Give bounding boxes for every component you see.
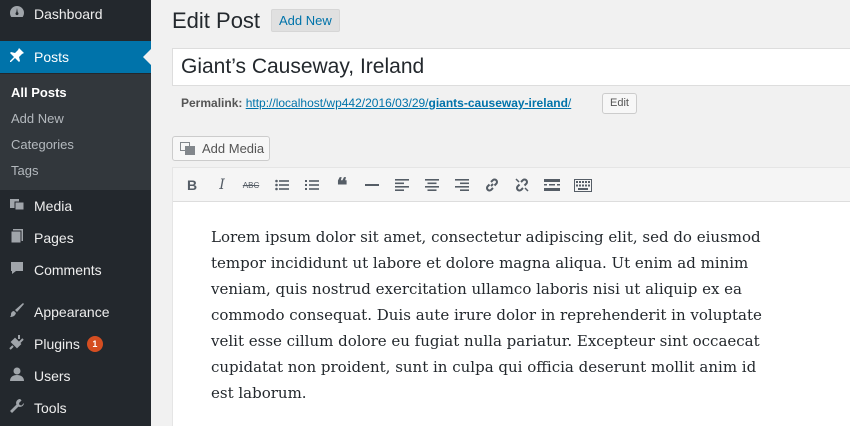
sidebar-item-tools[interactable]: Tools — [0, 392, 151, 424]
sidebar-item-media[interactable]: Media — [0, 190, 151, 222]
italic-icon: I — [219, 177, 225, 193]
posts-submenu: All Posts Add New Categories Tags — [0, 74, 151, 190]
submenu-item-all-posts[interactable]: All Posts — [11, 85, 67, 100]
brush-icon — [0, 302, 34, 322]
comments-icon — [0, 260, 34, 280]
italic-button[interactable]: I — [211, 174, 233, 196]
page-title: Edit Post — [172, 8, 261, 33]
sidebar-item-label: Appearance — [34, 304, 110, 320]
add-new-button[interactable]: Add New — [271, 9, 340, 32]
horizontal-rule-button[interactable] — [361, 174, 383, 196]
submenu-item-add-new[interactable]: Add New — [11, 111, 64, 126]
permalink-row: Permalink: http://localhost/wp442/2016/0… — [181, 96, 571, 110]
read-more-icon — [544, 179, 560, 191]
edit-permalink-button[interactable]: Edit — [602, 93, 637, 114]
admin-sidebar: Dashboard Posts All Posts Add New Catego… — [0, 0, 151, 426]
bold-button[interactable]: B — [181, 174, 203, 196]
post-content-text[interactable]: Lorem ipsum dolor sit amet, consectetur … — [211, 224, 771, 406]
sidebar-item-dashboard[interactable]: Dashboard — [0, 0, 151, 30]
dashboard-icon — [0, 4, 34, 24]
sidebar-item-pages[interactable]: Pages — [0, 222, 151, 254]
bold-icon: B — [186, 177, 198, 193]
add-media-icon — [180, 141, 196, 156]
permalink-link[interactable]: http://localhost/wp442/2016/03/29/giants… — [246, 96, 572, 110]
strikethrough-button[interactable]: ABC — [240, 174, 262, 196]
editor-toolbar: B I ABC ❝ — [173, 168, 850, 202]
align-center-icon — [425, 179, 439, 191]
remove-link-button[interactable] — [511, 174, 533, 196]
add-media-label: Add Media — [202, 141, 265, 156]
numbered-list-button[interactable] — [301, 174, 323, 196]
submenu-item-categories[interactable]: Categories — [11, 137, 74, 152]
align-right-button[interactable] — [451, 174, 473, 196]
bulleted-list-button[interactable] — [271, 174, 293, 196]
numbered-list-icon — [305, 180, 319, 190]
sidebar-item-label: Plugins — [34, 336, 80, 352]
sidebar-item-label: Pages — [34, 230, 74, 246]
pin-icon — [0, 47, 34, 67]
sidebar-item-label: Posts — [34, 49, 70, 65]
post-title-input[interactable]: Giant’s Causeway, Ireland — [172, 48, 850, 86]
sidebar-item-label: Comments — [34, 262, 102, 278]
active-indicator — [143, 49, 151, 65]
permalink-end: / — [567, 96, 572, 110]
sidebar-item-comments[interactable]: Comments — [0, 254, 151, 286]
keyboard-icon — [574, 178, 592, 192]
sidebar-item-appearance[interactable]: Appearance — [0, 296, 151, 328]
user-icon — [0, 366, 34, 386]
blockquote-icon: ❝ — [336, 174, 348, 197]
toolbar-toggle-button[interactable] — [572, 174, 594, 196]
permalink-slug: giants-causeway-ireland — [428, 96, 568, 110]
unlink-icon — [515, 178, 529, 192]
add-media-button[interactable]: Add Media — [172, 136, 270, 161]
align-center-button[interactable] — [421, 174, 443, 196]
wrench-icon — [0, 398, 34, 418]
sidebar-item-posts[interactable]: Posts — [0, 41, 151, 73]
sidebar-item-plugins[interactable]: Plugins 1 — [0, 328, 151, 360]
insert-link-button[interactable] — [481, 174, 503, 196]
media-icon — [0, 196, 34, 216]
align-right-icon — [455, 179, 469, 191]
permalink-base: http://localhost/wp442/2016/03/29/ — [245, 96, 429, 110]
submenu-item-tags[interactable]: Tags — [11, 163, 38, 178]
permalink-label: Permalink: — [181, 96, 243, 110]
link-icon — [486, 178, 498, 192]
post-editor: B I ABC ❝ Lorem ipsum dolor sit amet, co… — [172, 167, 850, 426]
sidebar-item-users[interactable]: Users — [0, 360, 151, 392]
sidebar-item-label: Dashboard — [34, 6, 103, 22]
sidebar-item-label: Users — [34, 368, 71, 384]
update-count-badge: 1 — [86, 336, 103, 352]
horizontal-rule-icon — [365, 184, 379, 186]
sidebar-item-label: Media — [34, 198, 73, 214]
align-left-icon — [395, 179, 409, 191]
sidebar-item-label: Tools — [34, 400, 67, 416]
blockquote-button[interactable]: ❝ — [331, 174, 353, 197]
plug-icon — [0, 334, 34, 354]
bulleted-list-icon — [275, 179, 289, 191]
read-more-button[interactable] — [541, 174, 563, 196]
strikethrough-icon: ABC — [242, 180, 260, 190]
align-left-button[interactable] — [391, 174, 413, 196]
pages-icon — [0, 228, 34, 248]
